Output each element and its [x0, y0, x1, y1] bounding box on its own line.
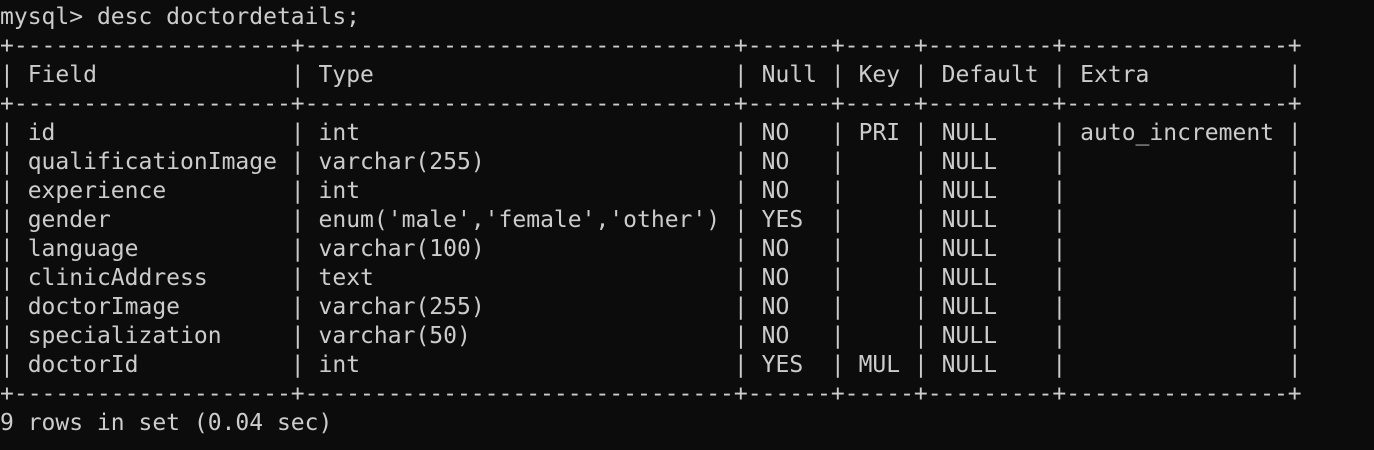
command-line: mysql> desc doctordetails; [0, 3, 1374, 32]
result-table: +--------------------+------------------… [0, 32, 1374, 409]
table-cell: NO [761, 149, 790, 175]
table-cell: NULL [941, 323, 998, 349]
table-cell: specialization [27, 323, 222, 349]
table-row: | language | varchar(100) | NO | | NULL … [0, 236, 1302, 262]
table-cell: NO [761, 178, 790, 204]
table-row: | doctorImage | varchar(255) | NO | | NU… [0, 294, 1302, 320]
table-cell: gender [27, 207, 111, 233]
table-cell: Type [318, 62, 374, 88]
table-cell: NO [761, 120, 790, 146]
table-cell: varchar(255) [318, 294, 485, 320]
table-cell: NO [761, 236, 790, 262]
table-row: | qualificationImage | varchar(255) | NO… [0, 149, 1302, 175]
table-cell: NULL [941, 265, 998, 291]
table-cell: Key [858, 62, 901, 88]
table-cell: NULL [941, 352, 998, 378]
table-cell: Field [27, 62, 97, 88]
table-border: +--------------------+------------------… [0, 381, 1302, 407]
table-cell: varchar(100) [318, 236, 485, 262]
table-cell: Extra [1080, 62, 1150, 88]
table-cell: doctorImage [27, 294, 181, 320]
table-cell: NULL [941, 294, 998, 320]
table-cell: text [318, 265, 374, 291]
table-cell: NULL [941, 236, 998, 262]
mysql-prompt: mysql> [0, 4, 97, 30]
terminal-window: mysql> desc doctordetails; +------------… [0, 0, 1374, 450]
command-text: desc doctordetails; [96, 4, 361, 30]
table-cell: qualificationImage [27, 149, 277, 175]
table-cell: YES [761, 207, 804, 233]
table-cell: NO [761, 294, 790, 320]
table-row: | clinicAddress | text | NO | | NULL | | [0, 265, 1302, 291]
table-border: +--------------------+------------------… [0, 91, 1302, 117]
table-cell: PRI [858, 120, 901, 146]
table-cell: int [318, 178, 361, 204]
table-cell: NULL [941, 207, 998, 233]
table-row: | specialization | varchar(50) | NO | | … [0, 323, 1302, 349]
result-footer: 9 rows in set (0.04 sec) [0, 410, 333, 436]
table-border: +--------------------+------------------… [0, 33, 1302, 59]
table-cell: clinicAddress [27, 265, 208, 291]
table-row: | experience | int | NO | | NULL | | [0, 178, 1302, 204]
table-cell: language [27, 236, 139, 262]
table-cell: int [318, 352, 361, 378]
table-cell: varchar(255) [318, 149, 485, 175]
table-cell: Default [941, 62, 1039, 88]
table-cell: YES [761, 352, 804, 378]
table-cell: Null [761, 62, 818, 88]
table-cell: NULL [941, 149, 998, 175]
table-cell: experience [27, 178, 167, 204]
table-cell: auto_increment [1080, 120, 1275, 146]
table-cell: NO [761, 323, 790, 349]
table-row: | doctorId | int | YES | MUL | NULL | | [0, 352, 1302, 378]
table-row: | id | int | NO | PRI | NULL | auto_incr… [0, 120, 1302, 146]
table-cell: varchar(50) [318, 323, 471, 349]
table-cell: enum('male','female','other') [318, 207, 721, 233]
table-cell: id [27, 120, 56, 146]
table-cell: MUL [858, 352, 901, 378]
table-cell: NULL [941, 178, 998, 204]
table-header-row: | Field | Type | Null | Key | Default | … [0, 62, 1302, 88]
table-cell: int [318, 120, 361, 146]
table-row: | gender | enum('male','female','other')… [0, 207, 1302, 233]
table-cell: NULL [941, 120, 998, 146]
table-cell: NO [761, 265, 790, 291]
table-cell: doctorId [27, 352, 139, 378]
